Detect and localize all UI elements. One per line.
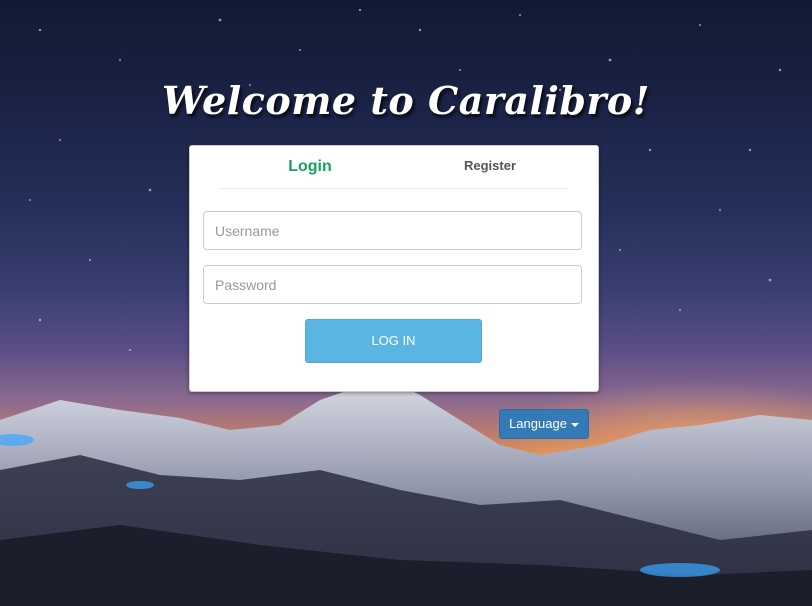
username-input[interactable] bbox=[203, 211, 582, 250]
login-button-label: LOG IN bbox=[371, 333, 416, 348]
login-card: Login Register LOG IN bbox=[189, 145, 599, 392]
tab-register[interactable]: Register bbox=[400, 158, 580, 173]
auth-tabs: Login Register bbox=[220, 146, 568, 189]
page-title: Welcome to Caralibro! bbox=[162, 78, 650, 123]
password-input[interactable] bbox=[203, 265, 582, 304]
language-dropdown-button[interactable]: Language bbox=[499, 409, 589, 439]
caret-down-icon bbox=[570, 422, 579, 427]
language-label: Language bbox=[509, 416, 567, 431]
login-button[interactable]: LOG IN bbox=[305, 319, 482, 363]
tab-login[interactable]: Login bbox=[220, 158, 400, 176]
